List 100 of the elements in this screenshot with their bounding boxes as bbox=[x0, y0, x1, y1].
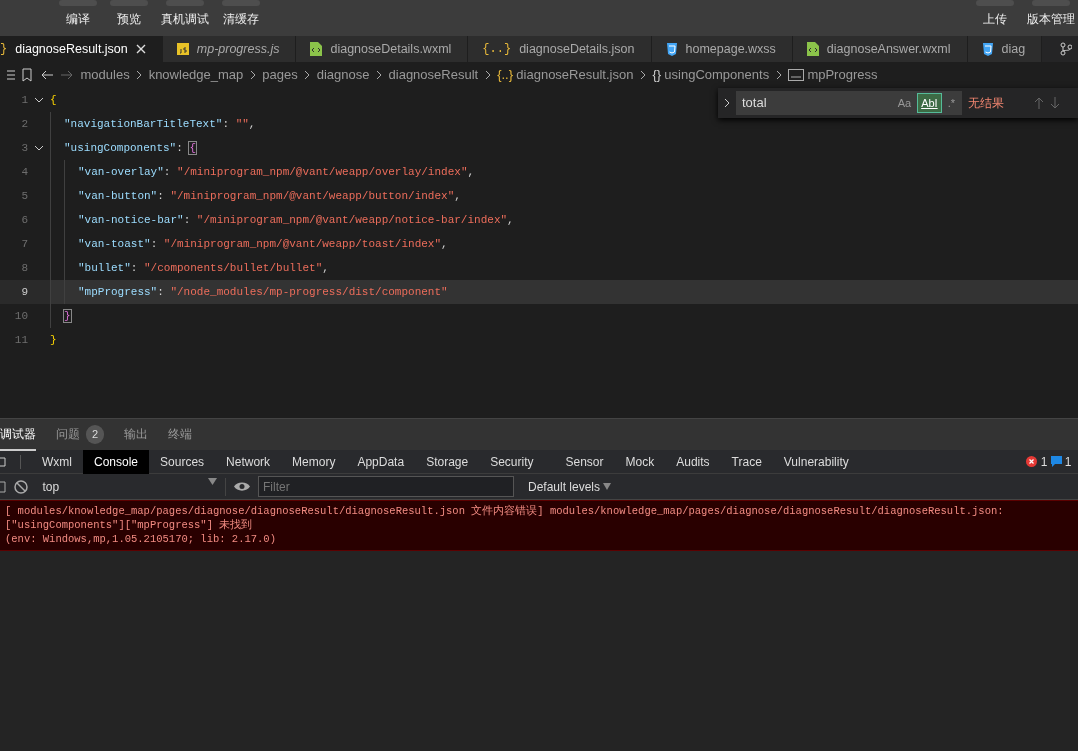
editor-tab[interactable]: diagnoseDetails.wxml bbox=[296, 36, 469, 62]
toolbar-label[interactable]: 上传 bbox=[982, 12, 1007, 25]
line-number: 6 bbox=[20, 212, 28, 228]
editor-tab[interactable]: homepage.wxss bbox=[651, 36, 793, 62]
devtools-tab[interactable]: Sources bbox=[149, 449, 216, 474]
code-text: "van-toast": "/miniprogram_npm/@vant/weapp/toast/index", bbox=[78, 236, 448, 252]
object-icon: {} bbox=[652, 65, 662, 85]
line-number: 11 bbox=[13, 332, 28, 348]
editor-tab[interactable]: mp-progress.js bbox=[162, 36, 297, 62]
code-text: { bbox=[50, 92, 57, 108]
message-icon bbox=[1050, 456, 1062, 467]
devtools-tab[interactable]: AppData bbox=[346, 449, 416, 474]
fold-chevron-icon[interactable] bbox=[34, 145, 44, 151]
devtools-tab[interactable]: Audits bbox=[665, 449, 721, 474]
devtools-tab[interactable]: Console bbox=[83, 449, 150, 474]
find-option-toggle[interactable]: Aa bbox=[894, 93, 915, 113]
line-number: 4 bbox=[20, 164, 28, 180]
editor-tab[interactable]: } diagnoseResult.json bbox=[0, 36, 163, 62]
toolbar-label[interactable]: 清缓存 bbox=[222, 12, 259, 25]
devtools-tab[interactable]: Memory bbox=[281, 449, 347, 474]
devtools-tab[interactable]: Vulnerability bbox=[772, 449, 860, 474]
devtools-tab[interactable]: Network bbox=[215, 449, 282, 474]
breadcrumb-item[interactable]: diagnoseResult.json bbox=[516, 65, 634, 85]
devtools-tab[interactable]: Sensor bbox=[554, 449, 615, 474]
editor-tab[interactable]: {..} diagnoseDetails.json bbox=[468, 36, 652, 62]
back-arrow-icon bbox=[39, 69, 54, 81]
devtools-tab[interactable]: Wxml bbox=[31, 449, 83, 474]
bookmark-icon bbox=[21, 68, 33, 82]
css-icon bbox=[981, 42, 994, 56]
context-select[interactable]: top bbox=[36, 477, 226, 496]
editor-tab[interactable]: diag bbox=[967, 36, 1043, 62]
devtools-tab[interactable]: Security bbox=[479, 449, 545, 474]
console-error-line: ["usingComponents"]["mpProgress"] 未找到 bbox=[5, 518, 254, 532]
chevron-icon bbox=[304, 70, 311, 80]
list-icon bbox=[6, 70, 15, 80]
forward-arrow-icon bbox=[60, 69, 74, 81]
code-text: "van-overlay": "/miniprogram_npm/@vant/weapp/overlay/index", bbox=[78, 164, 475, 180]
chevron-icon bbox=[639, 70, 646, 80]
toolbar-label[interactable]: 编译 bbox=[65, 12, 90, 25]
breadcrumb-item[interactable]: mpProgress bbox=[807, 65, 878, 85]
inspect-icon bbox=[0, 455, 8, 468]
breadcrumb-item[interactable]: diagnoseResult bbox=[388, 65, 479, 85]
line-number: 2 bbox=[20, 116, 28, 132]
levels-dropdown[interactable]: Default levels bbox=[522, 476, 618, 497]
code-text: "bullet": "/components/bullet/bullet", bbox=[78, 260, 329, 276]
chevron-icon bbox=[376, 70, 383, 80]
find-option-toggle[interactable]: AbI bbox=[918, 93, 941, 113]
breadcrumb-item[interactable]: knowledge_map bbox=[148, 65, 244, 85]
code-file-icon bbox=[310, 42, 323, 56]
code-text: } bbox=[50, 332, 57, 348]
line-number: 8 bbox=[20, 260, 28, 276]
panel-tab[interactable]: 终端 bbox=[168, 418, 193, 451]
up-arrow-icon bbox=[1034, 97, 1044, 109]
toolbar-label[interactable]: 版本管理 bbox=[1026, 12, 1075, 25]
devtools-tab[interactable]: Trace bbox=[720, 449, 773, 474]
message-count: 1 bbox=[1064, 453, 1072, 471]
close-icon bbox=[135, 44, 146, 54]
find-result: 无结果 bbox=[968, 95, 1005, 112]
find-input[interactable]: total Aa AbI .* bbox=[736, 91, 962, 115]
error-count: 1 bbox=[1040, 453, 1048, 471]
breadcrumb-item[interactable]: modules bbox=[80, 65, 130, 85]
code-text: "usingComponents": { bbox=[64, 140, 197, 156]
braces-icon: {..} bbox=[482, 40, 512, 58]
json-icon: {..} bbox=[497, 65, 514, 85]
chevron-icon bbox=[775, 70, 782, 80]
dropdown-triangle-icon bbox=[603, 483, 612, 490]
expand-chevron-icon bbox=[724, 98, 730, 108]
chevron-icon bbox=[484, 70, 491, 80]
code-file-icon bbox=[806, 42, 819, 56]
panel-tab[interactable]: 输出 bbox=[124, 418, 149, 451]
breadcrumb-item[interactable]: pages bbox=[262, 65, 298, 85]
eye-icon bbox=[234, 481, 250, 492]
sidebar-toggle-icon bbox=[0, 480, 6, 493]
code-text: "mpProgress": "/node_modules/mp-progress/dist/component" bbox=[78, 284, 448, 300]
css-icon bbox=[665, 42, 678, 56]
count-badge: 2 bbox=[86, 425, 105, 444]
fold-chevron-icon[interactable] bbox=[34, 97, 44, 103]
error-icon bbox=[1026, 456, 1038, 467]
line-number: 9 bbox=[20, 284, 28, 300]
js-file-icon bbox=[176, 43, 189, 55]
breadcrumb-item[interactable]: usingComponents bbox=[664, 65, 770, 85]
console-error-line: (env: Windows,mp,1.05.2105170; lib: 2.17.0) bbox=[5, 532, 277, 546]
find-option-toggle[interactable]: .* bbox=[944, 93, 958, 113]
breadcrumb-item[interactable]: diagnose bbox=[316, 65, 370, 85]
line-number: 10 bbox=[13, 308, 28, 324]
devtools-tab[interactable]: Mock bbox=[614, 449, 666, 474]
toolbar-label[interactable]: 真机调试 bbox=[160, 12, 209, 25]
chevron-icon bbox=[136, 70, 143, 80]
devtools-tab[interactable]: Storage bbox=[415, 449, 480, 474]
filter-field[interactable]: Filter bbox=[258, 476, 514, 497]
branch-icon bbox=[1059, 42, 1072, 56]
line-number: 5 bbox=[20, 188, 28, 204]
editor-tab[interactable]: diagnoseAnswer.wxml bbox=[792, 36, 968, 62]
toolbar-label[interactable]: 预览 bbox=[116, 12, 141, 25]
string-icon bbox=[788, 69, 805, 81]
line-number: 1 bbox=[20, 92, 28, 108]
code-text: "van-button": "/miniprogram_npm/@vant/weapp/button/index", bbox=[78, 188, 461, 204]
braces-icon: } bbox=[0, 40, 8, 58]
console-error-line: [ modules/knowledge_map/pages/diagnose/diagnoseResult/diagnoseResult.json 文件内容错误] modules/knowledge_map/pages/diagnose/diagnoseResult/diagnoseResult.json: bbox=[5, 504, 1005, 518]
panel-tab[interactable]: 问题 bbox=[56, 418, 80, 451]
